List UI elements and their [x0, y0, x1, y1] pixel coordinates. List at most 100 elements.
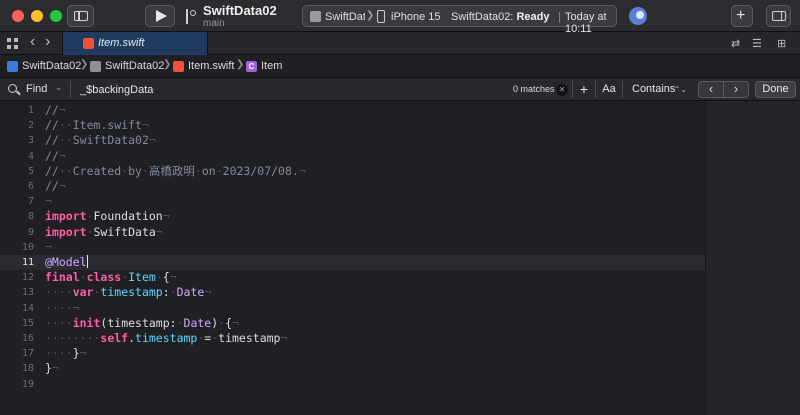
line-number[interactable]: 7	[0, 194, 34, 209]
run-button[interactable]	[145, 5, 175, 27]
scheme-status-bar[interactable]: SwiftData02 ❯ iPhone 15 SwiftData02: Rea…	[302, 5, 617, 35]
code-text[interactable]: //··SwiftData02¬	[45, 133, 156, 148]
minimize-window-button[interactable]	[31, 10, 43, 22]
code-token: timestamp	[218, 331, 281, 345]
activity-icon[interactable]	[629, 7, 647, 25]
scheme-target[interactable]: SwiftData02	[325, 11, 365, 23]
code-text[interactable]: //··Created·by·高橋政明·on·2023/07/08.¬	[45, 164, 306, 179]
code-token: ¬	[298, 163, 306, 178]
code-token: //	[45, 103, 59, 117]
code-text[interactable]: //¬	[45, 179, 66, 194]
source-editor[interactable]: 1//¬ 2//··Item.swift¬ 3//··SwiftData02¬ 4//…	[0, 101, 705, 415]
done-button[interactable]: Done	[755, 81, 796, 98]
jumpbar-symbol[interactable]: Item	[261, 60, 282, 72]
line-number[interactable]: 16	[0, 331, 34, 346]
navigate-forward-icon[interactable]: ›	[45, 33, 50, 51]
line-number[interactable]: 18	[0, 361, 34, 376]
code-line[interactable]: 6 //¬	[0, 179, 705, 194]
code-line[interactable]: 4 //¬	[0, 149, 705, 164]
editor-options-icon[interactable]: ☰	[752, 37, 762, 50]
match-type-select[interactable]: Contains ⌃⌄	[625, 81, 693, 98]
minimap[interactable]	[705, 101, 800, 415]
line-number[interactable]: 10	[0, 240, 34, 255]
library-button[interactable]: +	[731, 5, 753, 27]
code-text[interactable]: ········self.timestamp·=·timestamp¬	[45, 331, 287, 346]
code-line[interactable]: 5 //··Created·by·高橋政明·on·2023/07/08.¬	[0, 164, 705, 179]
code-text[interactable]: ¬	[45, 240, 52, 255]
code-line[interactable]: 2 //··Item.swift¬	[0, 118, 705, 133]
code-review-icon[interactable]: ⇄	[731, 37, 740, 50]
line-number[interactable]: 3	[0, 133, 34, 148]
code-line[interactable]: 11 @Model	[0, 255, 705, 270]
code-line[interactable]: 14 ····¬	[0, 301, 705, 316]
find-mode-selector[interactable]: Find	[26, 83, 47, 95]
line-number[interactable]: 13	[0, 285, 34, 300]
clear-search-icon[interactable]: ✕	[556, 84, 568, 96]
previous-match-button[interactable]: ‹	[698, 81, 724, 98]
line-number[interactable]: 12	[0, 270, 34, 285]
zoom-window-button[interactable]	[50, 10, 62, 22]
split-editor-icon[interactable]: ⊞	[777, 37, 786, 50]
code-text[interactable]: //··Item.swift¬	[45, 118, 149, 133]
code-line[interactable]: 8 import·Foundation¬	[0, 209, 705, 224]
code-text[interactable]: ¬	[45, 194, 52, 209]
code-text[interactable]: ····¬	[45, 301, 80, 316]
related-items-icon[interactable]	[7, 38, 18, 49]
run-destination[interactable]: iPhone 15	[391, 11, 441, 23]
line-number[interactable]: 14	[0, 301, 34, 316]
code-line[interactable]: 10 ¬	[0, 240, 705, 255]
navigate-back-icon[interactable]: ‹	[30, 33, 35, 51]
code-text[interactable]: //¬	[45, 103, 66, 118]
find-input[interactable]	[72, 81, 572, 98]
line-number[interactable]: 17	[0, 346, 34, 361]
line-number[interactable]: 19	[0, 377, 34, 392]
code-text[interactable]: import·SwiftData¬	[45, 225, 163, 240]
close-window-button[interactable]	[12, 10, 24, 22]
add-pattern-button[interactable]: +	[577, 81, 591, 98]
code-line[interactable]: 18 }¬	[0, 361, 705, 376]
code-text[interactable]: }¬	[45, 361, 59, 376]
xcode-project-icon	[7, 61, 18, 72]
line-number[interactable]: 8	[0, 209, 34, 224]
next-match-button[interactable]: ›	[723, 81, 749, 98]
code-line[interactable]: 19	[0, 377, 705, 392]
line-number[interactable]: 1	[0, 103, 34, 118]
code-text[interactable]: ····var·timestamp:·Date¬	[45, 285, 211, 300]
tab-item-swift[interactable]: Item.swift	[62, 32, 208, 55]
code-text[interactable]: final·class·Item·{¬	[45, 270, 177, 285]
code-line[interactable]: 13 ····var·timestamp:·Date¬	[0, 285, 705, 300]
line-number[interactable]: 6	[0, 179, 34, 194]
inspector-toggle-button[interactable]	[766, 5, 791, 27]
navigator-toggle-button[interactable]	[67, 5, 94, 27]
status-separator: |	[558, 11, 561, 23]
code-text[interactable]: //¬	[45, 149, 66, 164]
case-sensitive-toggle[interactable]: Aa	[600, 81, 618, 98]
play-icon	[156, 10, 167, 22]
code-text[interactable]: import·Foundation¬	[45, 209, 170, 224]
code-text[interactable]: ····}¬	[45, 346, 87, 361]
code-token: SwiftData02	[72, 133, 149, 148]
jumpbar-file[interactable]: Item.swift	[188, 60, 234, 72]
jumpbar-project[interactable]: SwiftData02	[22, 60, 81, 72]
code-line[interactable]: 7 ¬	[0, 194, 705, 209]
line-number[interactable]: 2	[0, 118, 34, 133]
code-line[interactable]: 12 final·class·Item·{¬	[0, 270, 705, 285]
code-line[interactable]: 9 import·SwiftData¬	[0, 225, 705, 240]
line-number[interactable]: 5	[0, 164, 34, 179]
branch-name[interactable]: main	[203, 18, 225, 29]
line-number[interactable]: 15	[0, 316, 34, 331]
line-number[interactable]: 11	[0, 255, 34, 270]
code-text[interactable]: @Model	[45, 255, 89, 270]
line-number[interactable]: 4	[0, 149, 34, 164]
code-line[interactable]: 16 ········self.timestamp·=·timestamp¬	[0, 331, 705, 346]
code-line[interactable]: 1 //¬	[0, 103, 705, 118]
jumpbar-folder[interactable]: SwiftData02	[105, 60, 164, 72]
code-token: ····¬	[45, 300, 80, 315]
code-line[interactable]: 17 ····}¬	[0, 346, 705, 361]
code-text[interactable]: ····init(timestamp:·Date)·{¬	[45, 316, 239, 331]
code-line[interactable]: 15 ····init(timestamp:·Date)·{¬	[0, 316, 705, 331]
code-token: }	[72, 346, 80, 361]
class-icon: C	[246, 61, 257, 72]
code-line[interactable]: 3 //··SwiftData02¬	[0, 133, 705, 148]
line-number[interactable]: 9	[0, 225, 34, 240]
